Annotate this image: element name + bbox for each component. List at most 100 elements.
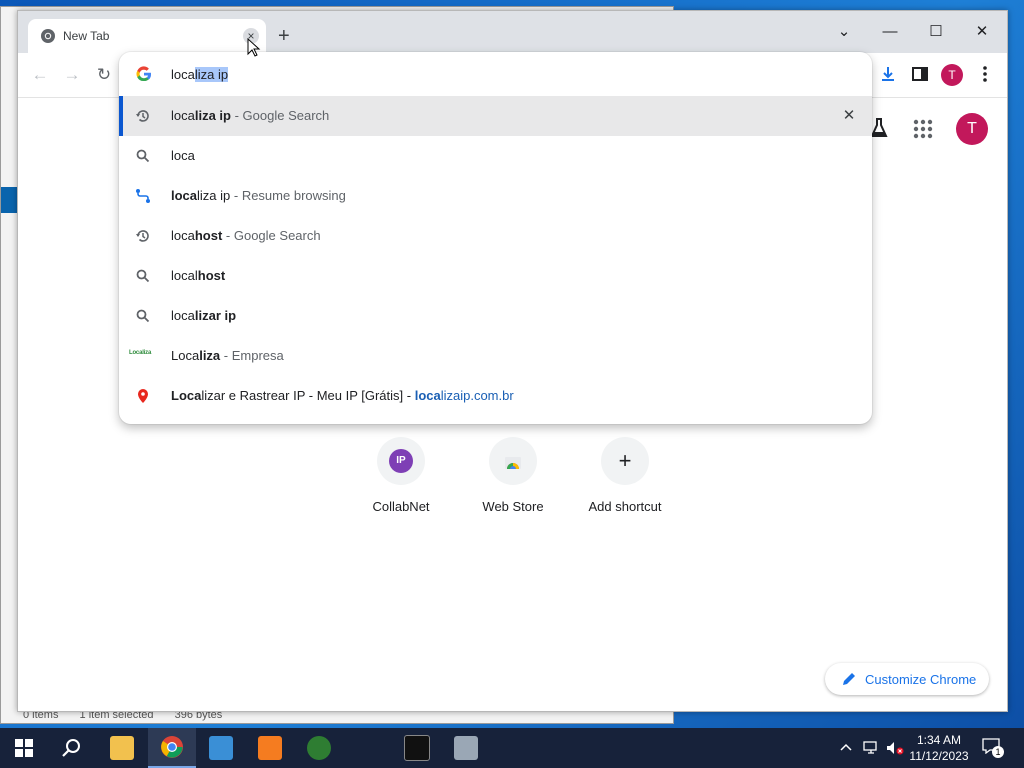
network-icon[interactable] — [862, 740, 880, 756]
server-manager-icon — [454, 736, 478, 760]
control-panel-icon — [209, 736, 233, 760]
suggestion-text: locahost - Google Search — [171, 228, 321, 243]
suggestion-row[interactable]: loca — [119, 136, 872, 176]
suggestion-text: Localiza - Empresa — [171, 348, 284, 363]
plus-icon: + — [618, 448, 632, 473]
autocomplete-selection: liza ip — [194, 67, 229, 82]
notification-center-button[interactable]: 1 — [982, 738, 1004, 758]
suggestion-bold: liza — [199, 348, 221, 363]
remove-suggestion-button[interactable]: ✕ — [840, 107, 858, 125]
chevron-up-icon[interactable] — [840, 742, 852, 752]
xampp-icon — [258, 736, 282, 760]
collabnet-favicon-icon: IP — [389, 449, 413, 473]
download-icon[interactable] — [879, 65, 897, 83]
location-pin-icon — [138, 389, 148, 403]
omnibox-dropdown: localiza ip localiza ip - Google Search … — [119, 52, 872, 424]
clock-date: 11/12/2023 — [909, 749, 969, 763]
tab-strip: New Tab × + ⌄ — ☐ ✕ — [18, 11, 1007, 53]
suggestion-plain: local — [171, 268, 198, 283]
close-window-button[interactable]: ✕ — [959, 17, 1005, 47]
more-menu-icon[interactable] — [978, 65, 992, 83]
tab-search-button[interactable]: ⌄ — [821, 17, 867, 47]
chrome-favicon-icon — [41, 29, 55, 43]
customize-chrome-button[interactable]: Customize Chrome — [825, 663, 989, 695]
suggestion-plain: liza ip — [197, 188, 231, 203]
taskbar-control-panel[interactable] — [197, 728, 245, 768]
hs-icon — [307, 736, 331, 760]
suggestion-url-plain: lizaip.com.br — [440, 388, 514, 403]
localiza-logo-icon: Localiza — [129, 350, 152, 356]
notification-count-badge: 1 — [992, 746, 1004, 758]
volume-muted-icon[interactable] — [885, 740, 905, 756]
taskbar-chrome[interactable] — [148, 728, 196, 768]
customize-chrome-label: Customize Chrome — [865, 672, 977, 687]
start-button[interactable] — [0, 728, 48, 768]
typed-text: loca — [171, 67, 195, 82]
suggestion-text: loca — [171, 148, 195, 163]
suggestion-desc: - Empresa — [220, 348, 284, 363]
new-tab-button[interactable]: + — [278, 26, 290, 46]
folder-icon — [110, 736, 134, 760]
suggestion-text: localizar ip — [171, 308, 236, 323]
suggestion-bold: host — [194, 228, 223, 243]
labs-flask-icon[interactable] — [869, 117, 889, 139]
suggestion-row[interactable]: localizar ip — [119, 296, 872, 336]
profile-avatar-button[interactable]: T — [941, 64, 963, 86]
history-icon — [136, 230, 149, 242]
taskbar-terminal[interactable] — [393, 728, 441, 768]
suggestion-text: Localizar e Rastrear IP - Meu IP [Grátis… — [171, 388, 514, 403]
taskbar-hs[interactable] — [295, 728, 343, 768]
resume-journey-icon — [136, 189, 150, 203]
shortcut-tile — [489, 437, 537, 485]
suggestion-row[interactable]: localiza ip - Resume browsing — [119, 176, 872, 216]
suggestion-row[interactable]: locahost - Google Search — [119, 216, 872, 256]
suggestion-desc: - Google Search — [230, 108, 330, 123]
taskbar-xampp[interactable] — [246, 728, 294, 768]
tab-title: New Tab — [63, 29, 110, 43]
shortcut-web-store[interactable]: Web Store — [457, 437, 569, 514]
maximize-button[interactable]: ☐ — [913, 17, 959, 47]
minimize-button[interactable]: — — [867, 17, 913, 47]
suggestion-bold: liza ip — [194, 108, 231, 123]
ntp-profile-avatar[interactable]: T — [956, 113, 988, 145]
web-store-icon — [505, 457, 521, 469]
omnibox-input[interactable]: localiza ip — [119, 52, 872, 96]
terminal-icon — [404, 735, 430, 761]
forward-button[interactable]: → — [60, 63, 84, 87]
google-g-icon — [136, 66, 152, 82]
suggestion-row[interactable]: Localizar e Rastrear IP - Meu IP [Grátis… — [119, 376, 872, 416]
shortcut-tile: + — [601, 437, 649, 485]
taskbar-search-button[interactable] — [48, 728, 96, 768]
suggestion-row[interactable]: Localiza Localiza - Empresa — [119, 336, 872, 376]
suggestion-text: localhost — [171, 268, 225, 283]
mouse-cursor-icon — [247, 38, 261, 57]
back-button[interactable]: ← — [28, 63, 52, 87]
shortcut-label: Web Store — [482, 499, 544, 514]
google-apps-icon[interactable] — [911, 117, 935, 141]
tab-new-tab[interactable]: New Tab × — [28, 19, 266, 53]
clock[interactable]: 1:34 AM 11/12/2023 — [904, 732, 974, 764]
iast-icon — [356, 736, 380, 760]
shortcut-collabnet[interactable]: IP CollabNet — [345, 437, 457, 514]
suggestion-row[interactable]: localiza ip - Google Search ✕ — [119, 96, 872, 136]
suggestion-plain: Loca — [171, 348, 200, 363]
windows-logo-icon — [15, 739, 33, 757]
suggestion-desc: - Resume browsing — [230, 188, 346, 203]
shortcut-add[interactable]: + Add shortcut — [569, 437, 681, 514]
suggestion-text: localiza ip - Google Search — [171, 108, 329, 123]
suggestion-text: localiza ip - Resume browsing — [171, 188, 346, 203]
reload-button[interactable]: ↻ — [92, 63, 116, 87]
shortcut-tile: IP — [377, 437, 425, 485]
pencil-icon — [843, 673, 855, 685]
omnibox-text[interactable]: localiza ip — [171, 67, 229, 82]
suggestion-url: localizaip.com.br — [415, 388, 514, 403]
search-icon — [136, 269, 150, 283]
taskbar-server-manager[interactable] — [442, 728, 490, 768]
taskbar: 1:34 AM 11/12/2023 1 — [0, 728, 1024, 768]
taskbar-iast[interactable] — [344, 728, 392, 768]
side-panel-icon[interactable] — [911, 65, 929, 83]
suggestion-bold: host — [197, 268, 226, 283]
suggestion-row[interactable]: localhost — [119, 256, 872, 296]
taskbar-file-explorer[interactable] — [98, 728, 146, 768]
chrome-icon — [161, 736, 183, 758]
